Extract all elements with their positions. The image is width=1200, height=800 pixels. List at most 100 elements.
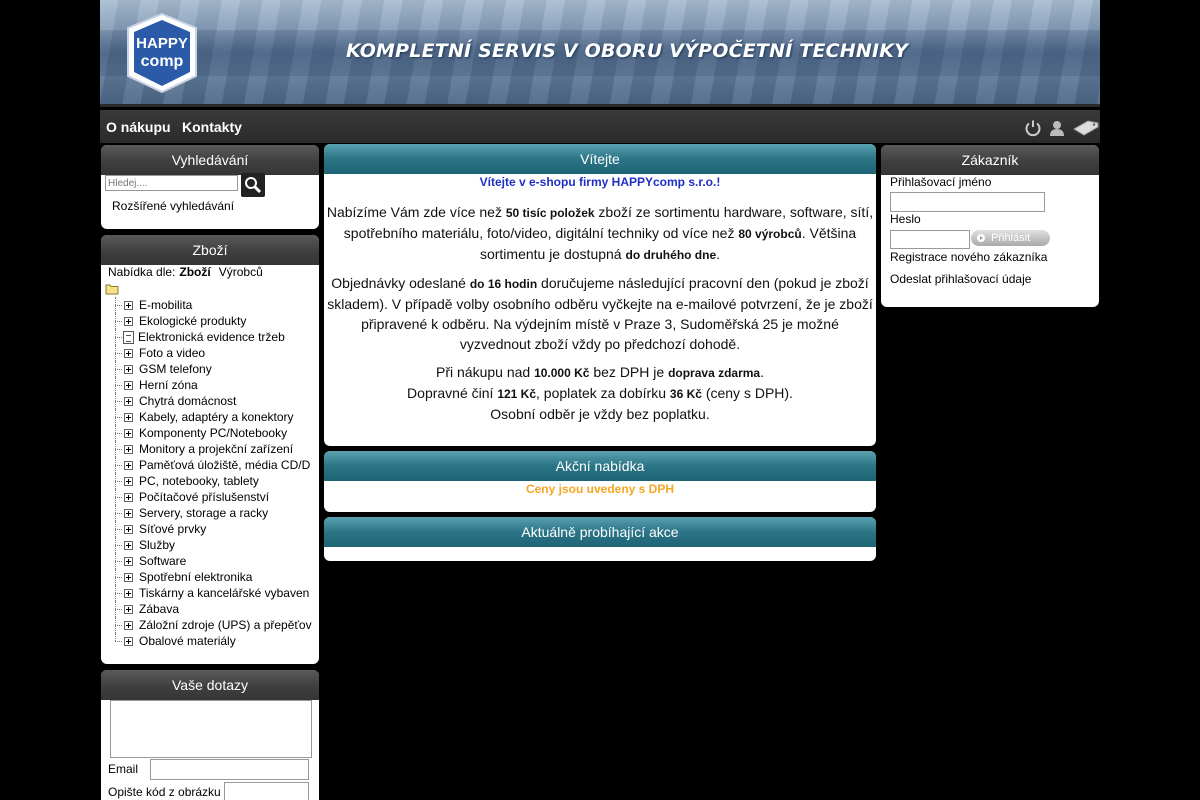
customer-panel: Zákazník Přihlašovací jméno Heslo Přihlá… xyxy=(881,145,1099,307)
category-item[interactable]: Síťové prvky xyxy=(111,521,319,537)
tree-connector xyxy=(111,377,123,393)
folder-icon[interactable] xyxy=(105,283,119,295)
category-label: Ekologické produkty xyxy=(139,314,247,328)
login-name-field[interactable] xyxy=(890,192,1045,212)
expand-icon[interactable] xyxy=(124,540,133,550)
expand-icon[interactable] xyxy=(124,508,133,518)
logo-text-line1: HAPPY xyxy=(136,35,188,52)
category-item[interactable]: E-mobilita xyxy=(111,297,319,313)
text-span: (ceny s DPH). xyxy=(701,385,793,401)
current-actions-title: Aktuálně probíhající akce xyxy=(324,517,876,547)
tree-connector xyxy=(111,505,123,521)
category-item[interactable]: Chytrá domácnost xyxy=(111,393,319,409)
register-link[interactable]: Registrace nového zákazníka xyxy=(890,250,1047,264)
search-button[interactable] xyxy=(241,173,265,197)
send-credentials-link[interactable]: Odeslat přihlašovací údaje xyxy=(890,272,1031,286)
category-label: Spotřební elektronika xyxy=(139,570,253,584)
expand-icon[interactable] xyxy=(124,412,133,422)
category-label: Elektronická evidence tržeb xyxy=(138,330,285,344)
highlight-cod-fee: 36 Kč xyxy=(669,387,702,401)
email-label: Email xyxy=(108,762,139,776)
category-item[interactable]: Záložní zdroje (UPS) a přepěťov xyxy=(111,617,319,633)
search-input[interactable] xyxy=(105,175,238,191)
text-span: Dopravné činí xyxy=(407,385,498,401)
category-item[interactable]: Počítačové příslušenství xyxy=(111,489,319,505)
power-icon[interactable] xyxy=(1024,118,1042,138)
category-item[interactable]: Tiskárny a kancelářské vybaven xyxy=(111,585,319,601)
tree-connector xyxy=(111,329,123,345)
welcome-paragraph-offer: Nabízíme Vám zde více než 50 tisíc polož… xyxy=(326,202,874,265)
questions-panel: Vaše dotazy Email Opište kód z obrázku xyxy=(101,670,319,800)
category-label: Obalové materiály xyxy=(139,634,236,648)
happycomp-logo[interactable]: HAPPY comp xyxy=(122,12,202,94)
category-item[interactable]: Servery, storage a racky xyxy=(111,505,319,521)
category-label: Herní zóna xyxy=(139,378,198,392)
category-item[interactable]: Kabely, adaptéry a konektory xyxy=(111,409,319,425)
special-offer-title: Akční nabídka xyxy=(324,451,876,481)
expand-icon[interactable] xyxy=(124,636,133,646)
login-button[interactable]: Přihlásit xyxy=(971,230,1050,246)
category-item[interactable]: Foto a video xyxy=(111,345,319,361)
text-span: . xyxy=(760,364,764,380)
highlight-manufacturers-count: 80 výrobců xyxy=(738,227,802,241)
expand-icon[interactable] xyxy=(124,300,133,310)
expand-icon[interactable] xyxy=(124,572,133,582)
nav-link-contacts[interactable]: Kontakty xyxy=(182,119,242,135)
category-label: Tiskárny a kancelářské vybaven xyxy=(139,586,310,600)
category-label: Služby xyxy=(139,538,176,552)
welcome-greeting: Vítejte v e-shopu firmy HAPPYcomp s.r.o.… xyxy=(479,175,721,189)
category-label: Foto a video xyxy=(139,346,206,360)
document-icon[interactable] xyxy=(123,330,134,344)
password-field[interactable] xyxy=(890,230,970,249)
category-item[interactable]: Monitory a projekční zařízení xyxy=(111,441,319,457)
expand-icon[interactable] xyxy=(124,316,133,326)
category-label: Servery, storage a racky xyxy=(139,506,269,520)
expand-icon[interactable] xyxy=(124,396,133,406)
category-label: Software xyxy=(139,554,187,568)
category-item[interactable]: GSM telefony xyxy=(111,361,319,377)
sort-by-manufacturers[interactable]: Výrobců xyxy=(219,265,263,279)
search-icon xyxy=(245,177,262,194)
category-item[interactable]: Služby xyxy=(111,537,319,553)
category-item[interactable]: Paměťová úložiště, média CD/D xyxy=(111,457,319,473)
tree-connector xyxy=(111,457,123,473)
category-item[interactable]: Komponenty PC/Notebooky xyxy=(111,425,319,441)
expand-icon[interactable] xyxy=(124,620,133,630)
category-item[interactable]: Obalové materiály xyxy=(111,633,319,649)
category-label: Paměťová úložiště, média CD/D xyxy=(139,458,311,472)
category-label: PC, notebooky, tablety xyxy=(139,474,259,488)
expand-icon[interactable] xyxy=(124,492,133,502)
expand-icon[interactable] xyxy=(124,476,133,486)
email-field[interactable] xyxy=(150,759,309,780)
category-label: Kabely, adaptéry a konektory xyxy=(139,410,294,424)
price-tag-icon[interactable] xyxy=(1072,118,1100,138)
tree-connector xyxy=(111,633,123,649)
expand-icon[interactable] xyxy=(124,460,133,470)
category-item[interactable]: Zábava xyxy=(111,601,319,617)
category-label: Komponenty PC/Notebooky xyxy=(139,426,288,440)
expand-icon[interactable] xyxy=(124,524,133,534)
category-item[interactable]: PC, notebooky, tablety xyxy=(111,473,319,489)
expand-icon[interactable] xyxy=(124,556,133,566)
category-label: Síťové prvky xyxy=(139,522,207,536)
sort-by-goods[interactable]: Zboží xyxy=(179,265,210,279)
expand-icon[interactable] xyxy=(124,604,133,614)
expand-icon[interactable] xyxy=(124,348,133,358)
nav-link-about-shopping[interactable]: O nákupu xyxy=(106,119,171,135)
category-item[interactable]: Software xyxy=(111,553,319,569)
expand-icon[interactable] xyxy=(124,428,133,438)
category-item[interactable]: Ekologické produkty xyxy=(111,313,319,329)
expand-icon[interactable] xyxy=(124,588,133,598)
expand-icon[interactable] xyxy=(124,444,133,454)
question-textarea[interactable] xyxy=(110,700,312,758)
category-item[interactable]: Herní zóna xyxy=(111,377,319,393)
category-item[interactable]: Elektronická evidence tržeb xyxy=(111,329,319,345)
captcha-field[interactable] xyxy=(224,782,309,800)
user-icon[interactable] xyxy=(1048,118,1066,138)
advanced-search-link[interactable]: Rozšířené vyhledávání xyxy=(112,199,234,213)
category-label: E-mobilita xyxy=(139,298,193,312)
login-button-label: Přihlásit xyxy=(991,232,1031,244)
expand-icon[interactable] xyxy=(124,364,133,374)
expand-icon[interactable] xyxy=(124,380,133,390)
category-item[interactable]: Spotřební elektronika xyxy=(111,569,319,585)
